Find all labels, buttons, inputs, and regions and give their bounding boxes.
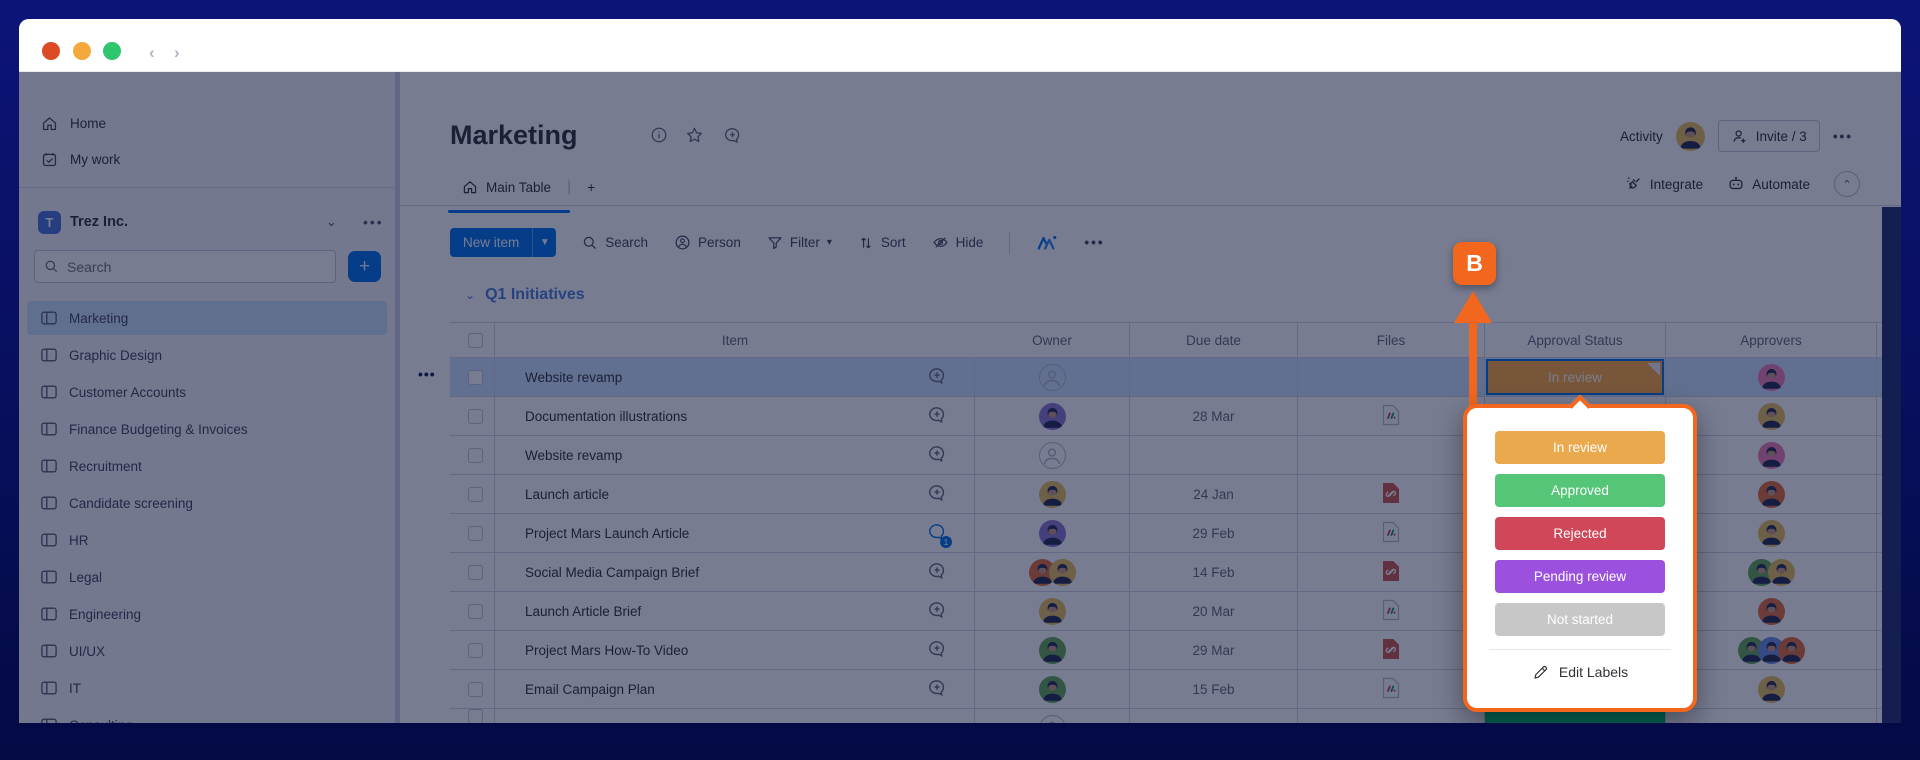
window-titlebar: ‹ › bbox=[19, 19, 1901, 72]
status-option-pending-review[interactable]: Pending review bbox=[1495, 560, 1665, 593]
forward-icon[interactable]: › bbox=[174, 43, 180, 63]
callout-marker-b: B bbox=[1453, 242, 1496, 285]
status-option-in-review[interactable]: In review bbox=[1495, 431, 1665, 464]
edit-labels-label: Edit Labels bbox=[1558, 664, 1629, 680]
status-option-not-started[interactable]: Not started bbox=[1495, 603, 1665, 636]
app-window: ‹ › Home My work T Trez Inc. ⌄ ••• bbox=[19, 19, 1901, 723]
status-picker-popup: In review Approved Rejected Pending review N… bbox=[1463, 394, 1697, 712]
maximize-window-button[interactable] bbox=[103, 42, 121, 60]
status-option-approved[interactable]: Approved bbox=[1495, 474, 1665, 507]
back-icon[interactable]: ‹ bbox=[149, 43, 155, 63]
callout-arrow-icon bbox=[1454, 291, 1492, 323]
status-option-rejected[interactable]: Rejected bbox=[1495, 517, 1665, 550]
edit-labels-button[interactable]: Edit Labels bbox=[1495, 650, 1665, 694]
minimize-window-button[interactable] bbox=[73, 42, 91, 60]
callout-arrow-shaft bbox=[1469, 322, 1477, 408]
pencil-icon bbox=[1534, 665, 1547, 679]
close-window-button[interactable] bbox=[42, 42, 60, 60]
